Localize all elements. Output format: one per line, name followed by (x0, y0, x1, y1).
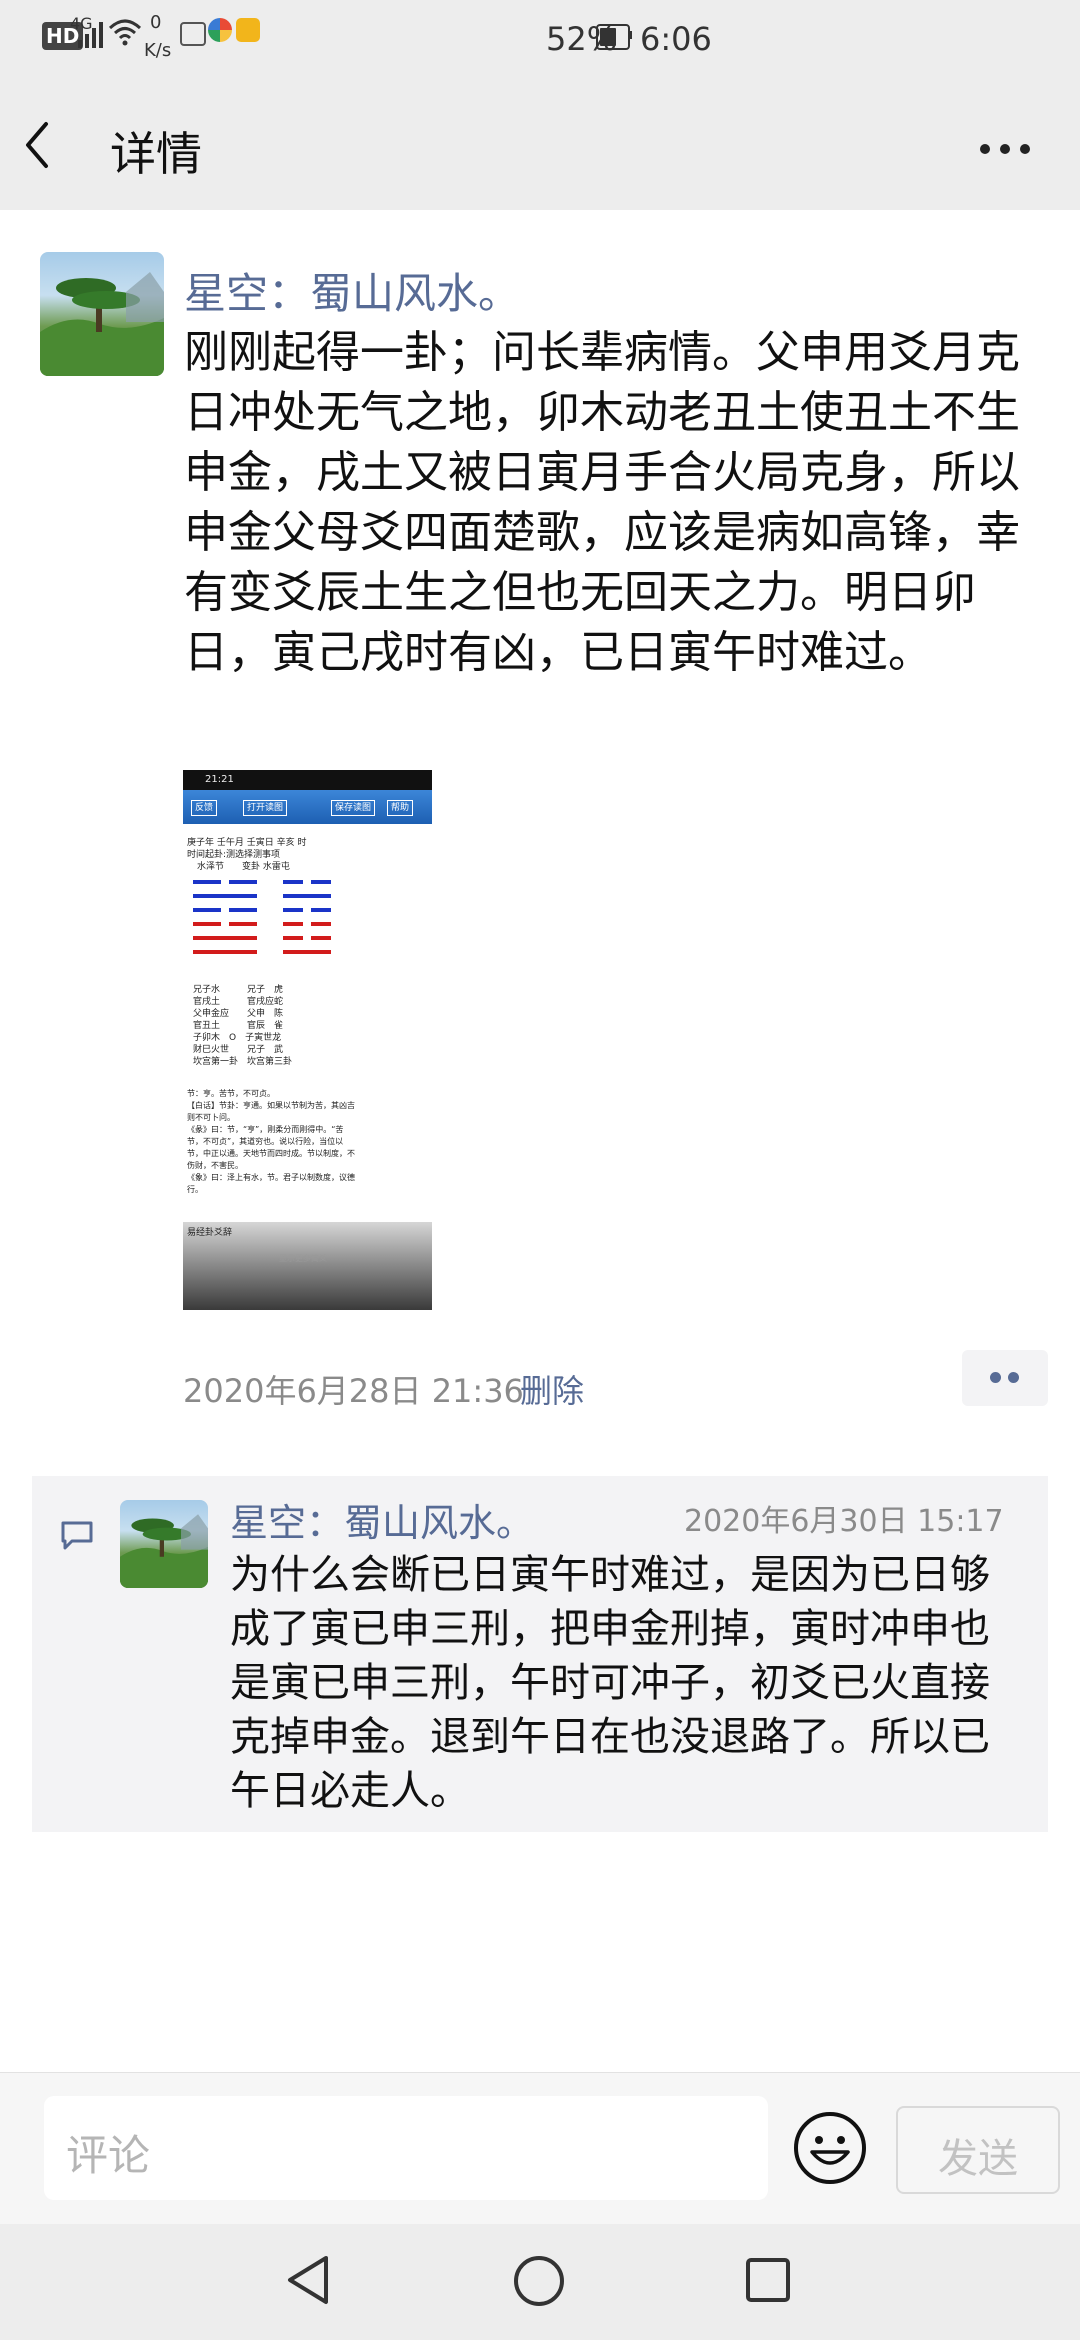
thumb-btn-feedback: 反馈 (191, 800, 218, 816)
page-title: 详情 (110, 127, 202, 181)
thumb-note: 节：亨。苦节，不可贞。 (187, 1089, 275, 1098)
app-notification-icon (180, 22, 206, 46)
comment-author[interactable]: 星空：蜀山风水。 (230, 1492, 534, 1547)
clock: 6:06 (640, 20, 712, 58)
thumb-note: 《彖》曰：节，“亨”，刚柔分而刚得中。“苦 (187, 1125, 344, 1134)
thumb-btn-save: 保存读图 (331, 800, 376, 816)
nav-back-icon[interactable] (284, 2254, 334, 2306)
thumb-row: 官戌土 官戌应蛇 (193, 997, 284, 1007)
thumb-note: 《象》曰：泽上有水，节。君子以制数度，议德 (187, 1173, 355, 1182)
thumb-gua-names: 水泽节 变卦 水雷屯 (197, 862, 290, 872)
post-timestamp: 2020年6月28日 21:36 (183, 1372, 524, 1410)
mail-notification-icon (236, 18, 260, 42)
status-bar: HD 4G 0 K/s 52% 6:06 (0, 0, 1080, 80)
thumb-row: 官丑土 官辰 雀 (193, 1021, 284, 1031)
send-button[interactable]: 发送 (896, 2106, 1060, 2194)
thumb-footer: 易经卦爻辞 (187, 1228, 233, 1238)
net-speed-value: 0 (150, 12, 162, 33)
thumb-status-time: 21:21 (205, 774, 234, 785)
post-author[interactable]: 星空：蜀山风水。 (184, 260, 520, 321)
thumb-row: 兄子水 兄子 虎 (193, 985, 284, 995)
thumb-note: 节，中正以通。天地节而四时成。节以制度，不 (187, 1149, 355, 1158)
nav-recents-icon[interactable] (744, 2256, 792, 2304)
delete-link[interactable]: 删除 (520, 1366, 584, 1412)
thumb-btn-open: 打开读图 (243, 800, 288, 816)
post-text: 刚刚起得一卦；问长辈病情。父申用爻月克日冲处无气之地，卯木动老丑土使丑土不生申金… (184, 327, 1020, 678)
net-speed-unit: K/s (144, 40, 172, 61)
thumb-btn-help: 帮助 (387, 800, 414, 816)
post-action-menu-button[interactable] (962, 1350, 1048, 1406)
comment-avatar[interactable] (120, 1500, 208, 1588)
comment-input-placeholder: 评论 (66, 2131, 151, 2180)
thumb-row: 财巳火世 兄子 武 (193, 1045, 284, 1055)
battery-tip (629, 31, 632, 39)
wifi-icon (108, 19, 142, 46)
thumb-row: 坎宫第一卦 坎宫第三卦 (193, 1057, 293, 1067)
send-button-label: 发送 (938, 2136, 1018, 2182)
thumb-note: 行。 (187, 1185, 203, 1194)
more-icon[interactable] (978, 140, 1034, 160)
thumb-note: 节，不可贞”，其道穷也。说以行险，当位以 (187, 1137, 344, 1146)
post-avatar[interactable] (40, 252, 164, 376)
emoji-icon[interactable] (792, 2110, 868, 2186)
thumb-note: 【白话】节卦：亨通。如果以节制为苦，其凶吉 (187, 1101, 355, 1110)
back-icon[interactable] (22, 120, 52, 170)
browser-notification-icon (208, 18, 232, 42)
comment-time: 2020年6月30日 15:17 (684, 1504, 1004, 1539)
comment-text: 为什么会断已日寅午时难过，是因为已日够成了寅已申三刑，把申金刑掉，寅时冲申也是寅… (230, 1552, 990, 1814)
thumb-footer-sub: 显示更多简爻 (279, 1254, 327, 1263)
thumb-row: 父申金应 父申 陈 (193, 1009, 284, 1019)
thumb-note: 则不可卜问。 (187, 1113, 235, 1122)
nav-home-icon[interactable] (512, 2254, 566, 2308)
battery-icon (596, 24, 630, 50)
thumb-row: 子卯木 O 子寅世龙 (193, 1033, 282, 1043)
post-image-thumbnail[interactable]: 21:21 反馈 打开读图 保存读图 帮助 庚子年 壬午月 壬寅日 辛亥 时 时… (183, 770, 432, 1310)
comment-input[interactable] (44, 2096, 768, 2200)
thumb-hexagrams (193, 880, 331, 954)
comment-icon (61, 1521, 93, 1550)
thumb-note: 伤财，不害民。 (187, 1161, 243, 1170)
signal-icon (78, 22, 103, 48)
